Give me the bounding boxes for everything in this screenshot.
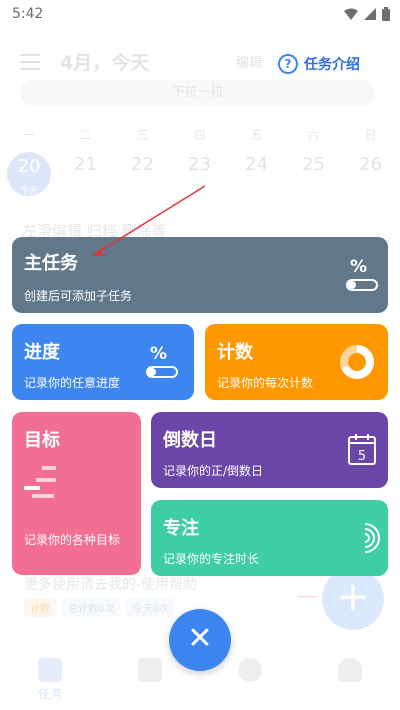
- annotation-arrow: [92, 185, 206, 256]
- close-button[interactable]: ✕: [169, 609, 231, 671]
